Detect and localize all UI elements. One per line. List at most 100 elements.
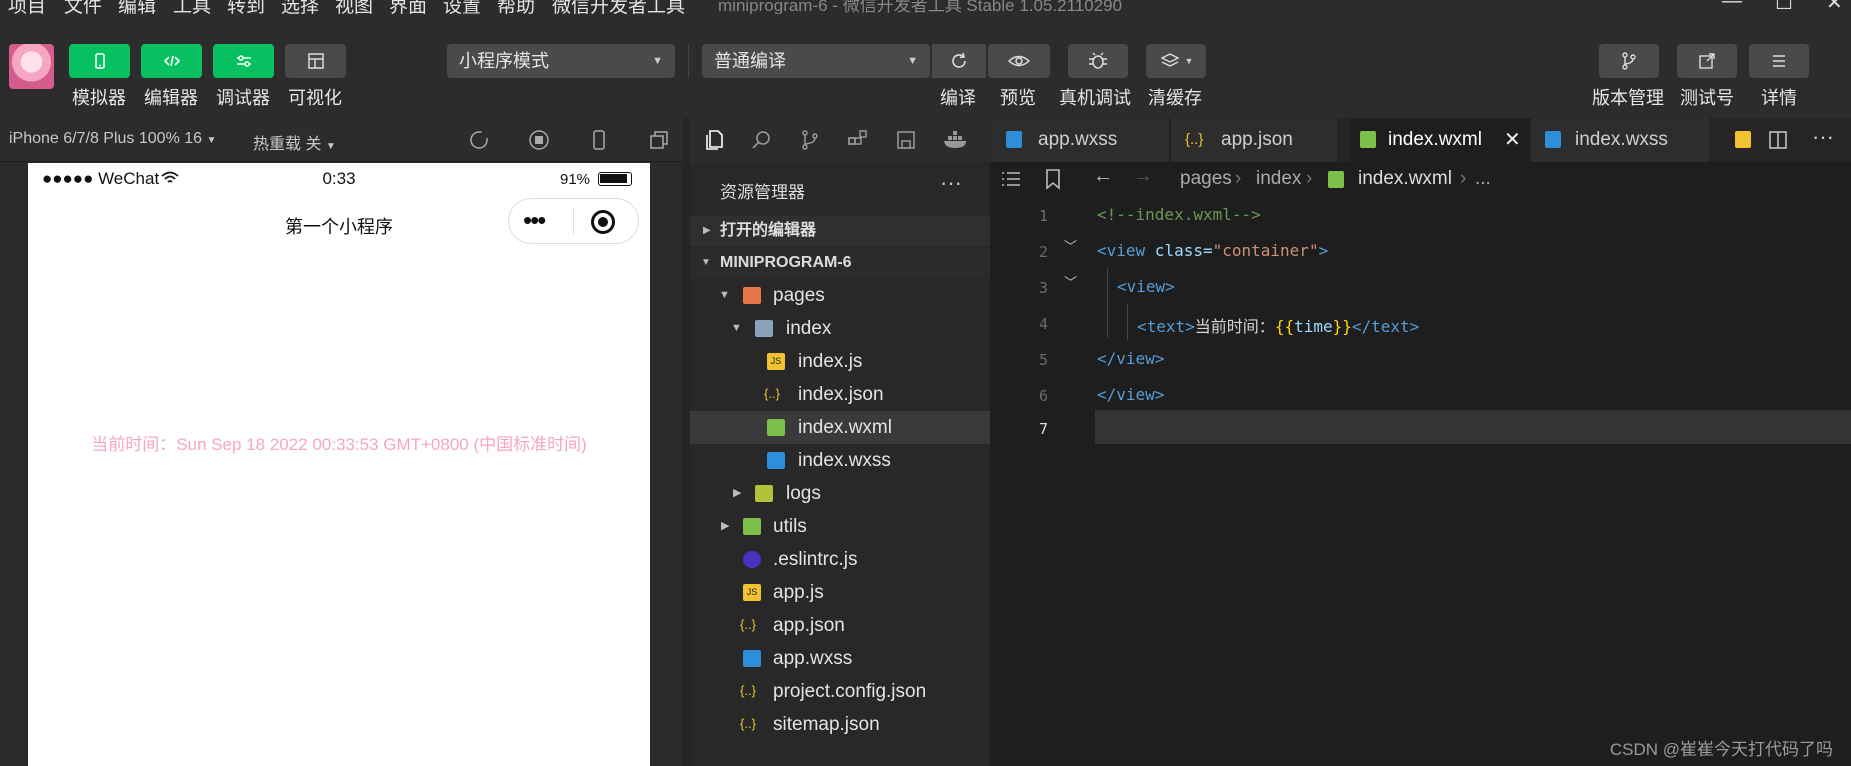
more-icon[interactable]: ··· (940, 170, 962, 196)
tree-item-label: index.wxss (798, 450, 891, 471)
hot-reload-select[interactable]: 热重载 关 ▼ (253, 130, 336, 154)
menu-tools[interactable]: 工具 (173, 0, 211, 14)
breadcrumb-more[interactable]: ... (1475, 168, 1491, 190)
tree-item-index-wxml[interactable]: index.wxml (690, 411, 990, 444)
wxml-file-icon (1360, 131, 1376, 148)
js-file-icon: JS (767, 353, 785, 370)
tree-item-utils[interactable]: ▶ utils (690, 510, 990, 543)
chevron-down-icon: ▼ (907, 55, 918, 67)
tree-item-app-json[interactable]: {..} app.json (690, 609, 990, 642)
tree-item-app-js[interactable]: JS app.js (690, 576, 990, 609)
menu-settings[interactable]: 设置 (443, 0, 481, 14)
tab-label: index.wxss (1575, 129, 1668, 150)
debugger-button[interactable] (213, 44, 274, 78)
tree-item-eslintrc[interactable]: .eslintrc.js (690, 543, 990, 576)
popout-icon[interactable] (647, 128, 671, 152)
editor-button[interactable] (141, 44, 202, 78)
chevron-down-icon: ▼ (1184, 56, 1194, 66)
tab-index-wxss[interactable]: index.wxss (1531, 118, 1711, 162)
tree-item-pages[interactable]: ▼ pages (690, 279, 990, 312)
fold-chevron-icon[interactable]: ﹀ (1064, 236, 1077, 255)
js-file-icon[interactable] (1735, 131, 1751, 148)
menu-project[interactable]: 项目 (8, 0, 46, 14)
rotate-icon[interactable] (467, 128, 491, 152)
status-bar: ●●●●● WeChat 0:33 91% (28, 163, 650, 193)
line-number: 6 (1038, 387, 1048, 405)
search-icon[interactable] (750, 128, 774, 152)
breadcrumb-index[interactable]: index (1256, 168, 1301, 190)
menu-help[interactable]: 帮助 (497, 0, 535, 14)
code-line-4: <text>当前时间：{{time}}</text> (1137, 313, 1419, 337)
menu-goto[interactable]: 转到 (227, 0, 265, 14)
open-editors-section[interactable]: ▶ 打开的编辑器 (690, 216, 990, 246)
tree-item-index-wxss[interactable]: index.wxss (690, 444, 990, 477)
menu-wechat-devtools[interactable]: 微信开发者工具 (552, 0, 685, 14)
menu-interface[interactable]: 界面 (389, 0, 427, 14)
tab-index-wxml[interactable]: index.wxml ✕ (1350, 118, 1530, 162)
project-section[interactable]: ▼ MINIPROGRAM-6 (690, 248, 990, 278)
test-account-label: 测试号 (1680, 88, 1734, 108)
layers-icon (1159, 53, 1180, 67)
code-line-3: <view> (1117, 277, 1175, 296)
back-arrow-icon[interactable]: ← (1093, 165, 1113, 188)
tree-item-label: sitemap.json (773, 714, 880, 735)
simulator-button[interactable] (69, 44, 130, 78)
code-editor[interactable]: 1 2 3 4 5 6 7 ﹀ ﹀ <!--index.wxml--> <vie… (990, 196, 1851, 766)
tree-item-sitemap[interactable]: {..} sitemap.json (690, 708, 990, 741)
tab-app-json[interactable]: {..} app.json (1171, 118, 1339, 162)
mode-select[interactable]: 小程序模式 ▼ (447, 44, 675, 78)
close-target-icon[interactable] (591, 210, 615, 234)
record-icon[interactable] (527, 128, 551, 152)
menu-edit[interactable]: 编辑 (118, 0, 156, 14)
visual-button[interactable] (285, 44, 346, 78)
maximize-icon[interactable]: ☐ (1775, 0, 1793, 14)
phone-frame-icon[interactable] (587, 128, 611, 152)
save-icon[interactable] (894, 128, 918, 152)
forward-arrow-icon[interactable]: → (1133, 165, 1153, 188)
split-editor-icon[interactable] (1767, 129, 1789, 151)
preview-button[interactable] (988, 44, 1050, 78)
tab-app-wxss[interactable]: app.wxss (990, 118, 1170, 162)
compile-select[interactable]: 普通编译 ▼ (702, 44, 930, 78)
simulator-toolbar: iPhone 6/7/8 Plus 100% 16 ▼ 热重载 关 ▼ (0, 118, 690, 162)
breadcrumb-pages[interactable]: pages (1180, 168, 1232, 190)
list-icon[interactable] (1000, 170, 1022, 188)
device-select[interactable]: iPhone 6/7/8 Plus 100% 16 ▼ (9, 130, 216, 148)
tree-item-logs[interactable]: ▶ logs (690, 477, 990, 510)
window-title: miniprogram-6 - 微信开发者工具 Stable 1.05.2110… (718, 0, 1123, 14)
phone-screen[interactable]: ●●●●● WeChat 0:33 91% 第一个小程序 ••• 当前时间：Su… (28, 163, 650, 766)
tree-item-project-config[interactable]: {..} project.config.json (690, 675, 990, 708)
files-icon[interactable] (702, 128, 726, 152)
menu-view[interactable]: 视图 (335, 0, 373, 14)
tab-label: app.wxss (1038, 129, 1118, 150)
real-debug-button[interactable] (1068, 44, 1128, 78)
panel-divider[interactable] (683, 118, 690, 766)
menu-select[interactable]: 选择 (281, 0, 319, 14)
details-button[interactable] (1749, 44, 1809, 78)
more-dots-icon[interactable]: ••• (523, 205, 546, 236)
extensions-icon[interactable] (846, 128, 870, 152)
compile-button[interactable] (932, 44, 986, 78)
bookmark-icon[interactable] (1045, 168, 1061, 190)
tree-item-app-wxss[interactable]: app.wxss (690, 642, 990, 675)
tree-item-index-json[interactable]: {..} index.json (690, 378, 990, 411)
tree-item-index-js[interactable]: JS index.js (690, 345, 990, 378)
json-file-icon: {..} (740, 683, 756, 698)
source-control-icon[interactable] (798, 128, 822, 152)
user-avatar[interactable] (9, 44, 54, 89)
version-button[interactable] (1599, 44, 1659, 78)
menu-file[interactable]: 文件 (64, 0, 102, 14)
folder-open-icon (755, 320, 773, 337)
close-tab-icon[interactable]: ✕ (1504, 118, 1521, 162)
clear-cache-button[interactable]: ▼ (1146, 44, 1206, 78)
folder-icon (743, 518, 761, 535)
code-tag: </text> (1351, 317, 1420, 336)
minimize-icon[interactable]: — (1722, 0, 1742, 13)
breadcrumb-file[interactable]: index.wxml (1358, 168, 1452, 190)
tree-item-index-folder[interactable]: ▼ index (690, 312, 990, 345)
more-icon[interactable]: ··· (1812, 124, 1834, 150)
close-window-icon[interactable]: ✕ (1826, 0, 1843, 14)
docker-icon[interactable] (942, 128, 970, 152)
fold-chevron-icon[interactable]: ﹀ (1064, 272, 1077, 291)
test-account-button[interactable] (1677, 44, 1737, 78)
